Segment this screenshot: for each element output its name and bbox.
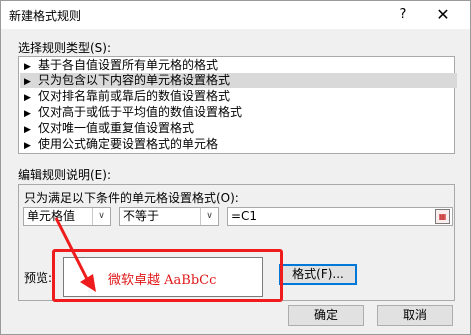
annotation-arrow-head	[80, 274, 96, 292]
annotation-arrow-shaft	[54, 217, 90, 282]
annotation-arrow	[54, 217, 96, 292]
